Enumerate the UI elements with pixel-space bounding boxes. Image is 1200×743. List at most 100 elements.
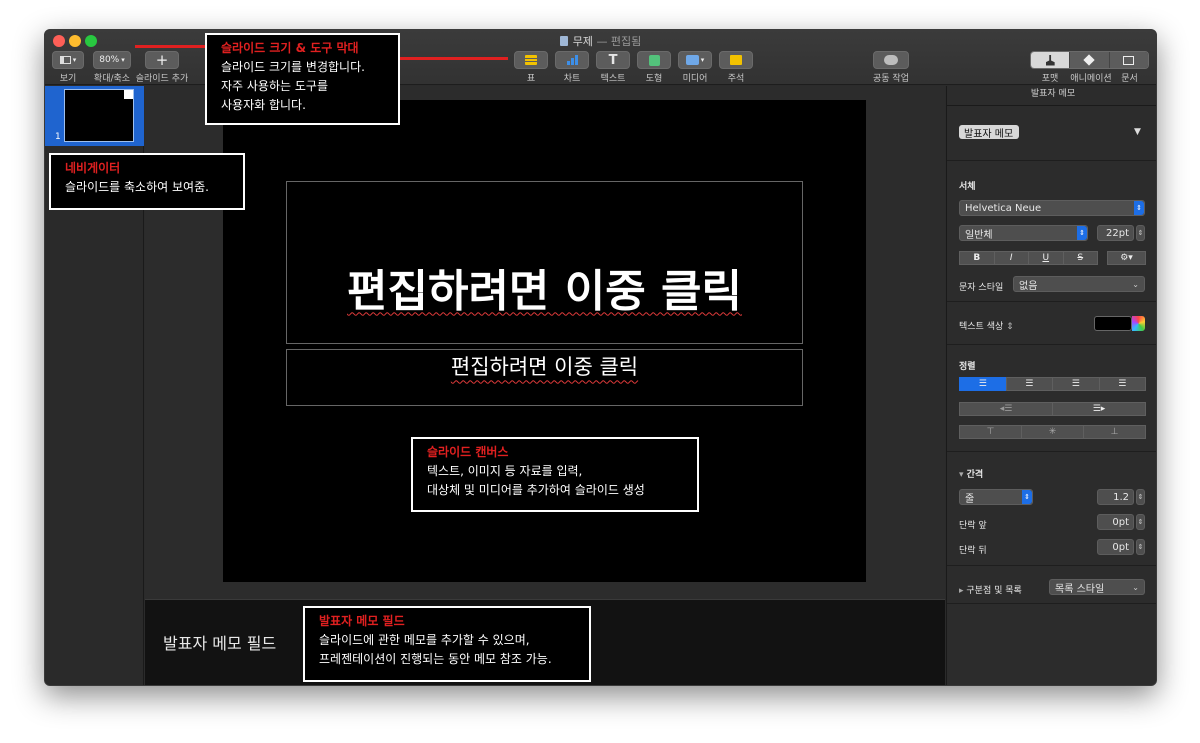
slide-thumbnail[interactable] xyxy=(64,89,134,142)
increase-indent-icon[interactable]: ☰▸ xyxy=(1052,402,1146,416)
space-after-field[interactable]: 0pt xyxy=(1097,539,1134,555)
animate-label: 애니메이션 xyxy=(1070,74,1112,84)
chart-button[interactable] xyxy=(555,51,589,69)
align-top-icon[interactable]: ⊤ xyxy=(959,425,1022,439)
character-style-label: 문자 스타일 xyxy=(959,283,1004,293)
font-family-popup[interactable]: Helvetica Neue ⇕ xyxy=(959,200,1145,216)
popup-stepper-icon: ⇕ xyxy=(1077,226,1087,240)
italic-button[interactable]: I xyxy=(993,251,1029,265)
zoom-label: 확대/축소 xyxy=(93,74,131,84)
spacing-section-label[interactable]: ▾ 간격 xyxy=(959,467,983,480)
paintbrush-icon xyxy=(1045,54,1055,66)
slide-thumbnail-selected[interactable]: 1 xyxy=(45,86,144,146)
space-after-label: 단락 뒤 xyxy=(959,546,987,556)
media-label: 미디어 xyxy=(682,74,708,84)
document-tab[interactable] xyxy=(1109,52,1148,68)
table-button[interactable] xyxy=(514,51,548,69)
sidebar-icon xyxy=(59,56,71,64)
text-style-buttons: B I U S xyxy=(959,251,1098,265)
navigator-callout: 네비게이터 슬라이드를 축소하여 보여줌. xyxy=(49,153,245,210)
align-center-icon[interactable]: ☰ xyxy=(1005,377,1053,391)
text-button[interactable]: T xyxy=(596,51,630,69)
align-justify-icon[interactable]: ☰ xyxy=(1098,377,1146,391)
collaborate-icon xyxy=(884,55,898,65)
plus-icon: + xyxy=(155,50,169,69)
animate-tab[interactable] xyxy=(1070,52,1110,68)
keynote-window: 무제 — 편집됨 ▾ 보기 80% ▾ 확대/축소 + 슬라이드 추가 표 차트… xyxy=(44,29,1157,686)
paragraph-style-name[interactable]: 발표자 메모 xyxy=(959,125,1019,140)
format-label: 포맷 xyxy=(1041,74,1059,84)
bold-button[interactable]: B xyxy=(959,251,995,265)
notes-callout: 발표자 메모 필드 슬라이드에 관한 메모를 추가할 수 있으며, 프레젠테이션… xyxy=(303,606,591,682)
text-label: 텍스트 xyxy=(600,74,626,84)
space-after-stepper[interactable]: ⇕ xyxy=(1136,539,1145,555)
media-icon xyxy=(685,55,699,65)
strikethrough-button[interactable]: S xyxy=(1062,251,1098,265)
zoom-value: 80% xyxy=(99,55,120,65)
decrease-indent-icon[interactable]: ◂☰ xyxy=(959,402,1053,416)
media-button[interactable]: ▾ xyxy=(678,51,712,69)
add-slide-label: 슬라이드 추가 xyxy=(135,74,189,84)
zoom-popup[interactable]: 80% ▾ xyxy=(93,51,131,69)
format-inspector: 발표자 메모 발표자 메모 ▼ 서체 Helvetica Neue ⇕ 일반체 … xyxy=(946,86,1156,685)
title-placeholder[interactable]: 편집하려면 이중 클릭 xyxy=(286,181,803,344)
document-icon xyxy=(559,36,568,46)
document-window-icon xyxy=(1123,55,1135,65)
toolbar-callout-line-left xyxy=(135,45,207,48)
alignment-section-label: 정렬 xyxy=(959,362,976,372)
comment-icon xyxy=(730,55,742,65)
thumbnail-corner xyxy=(124,90,133,99)
underline-button[interactable]: U xyxy=(1028,251,1064,265)
shape-label: 도형 xyxy=(645,74,663,84)
chevron-down-icon: ▾ xyxy=(72,56,77,64)
shape-button[interactable] xyxy=(637,51,671,69)
title-placeholder-text: 편집하려면 이중 클릭 xyxy=(347,265,742,317)
align-right-icon[interactable]: ☰ xyxy=(1052,377,1100,391)
collaborate-button[interactable] xyxy=(873,51,909,69)
collaborate-label: 공동 작업 xyxy=(873,74,909,84)
popup-stepper-icon: ⇕ xyxy=(1022,490,1032,504)
shape-icon xyxy=(648,54,660,66)
space-before-field[interactable]: 0pt xyxy=(1097,514,1134,530)
bullets-section-label[interactable]: ▸ 구분점 및 목록 xyxy=(959,583,1022,596)
style-dropdown-icon[interactable]: ▼ xyxy=(1134,127,1141,137)
canvas-callout: 슬라이드 캔버스 텍스트, 이미지 등 자료를 입력, 대상체 및 미디어를 추… xyxy=(411,437,699,512)
font-section-label: 서체 xyxy=(959,182,976,192)
comment-button[interactable] xyxy=(719,51,753,69)
line-spacing-popup[interactable]: 줄 ⇕ xyxy=(959,489,1033,505)
space-before-label: 단락 앞 xyxy=(959,521,987,531)
view-label: 보기 xyxy=(59,74,77,84)
space-before-stepper[interactable]: ⇕ xyxy=(1136,514,1145,530)
color-wheel-icon[interactable] xyxy=(1132,316,1145,331)
chevron-down-icon: ▾ xyxy=(700,56,705,64)
align-middle-icon[interactable]: ✳ xyxy=(1021,425,1084,439)
toolbar-callout-line-right xyxy=(398,57,508,60)
text-color-well[interactable] xyxy=(1094,316,1132,331)
align-bottom-icon[interactable]: ⊥ xyxy=(1083,425,1146,439)
slide-canvas-area: 편집하려면 이중 클릭 편집하려면 이중 클릭 xyxy=(145,86,945,599)
view-button[interactable]: ▾ xyxy=(52,51,84,69)
advanced-options: ⚙▾ xyxy=(1107,251,1146,265)
font-style-popup[interactable]: 일반체 ⇕ xyxy=(959,225,1088,241)
chevron-down-icon: ⌄ xyxy=(1132,582,1139,592)
comment-label: 주석 xyxy=(727,74,745,84)
list-style-popup[interactable]: 목록 스타일 ⌄ xyxy=(1049,579,1145,595)
add-slide-button[interactable]: + xyxy=(145,51,179,69)
updown-icon: ⇕ xyxy=(1006,322,1014,332)
font-size-field[interactable]: 22pt xyxy=(1097,225,1134,241)
toolbar-callout: 슬라이드 크기 & 도구 막대 슬라이드 크기를 변경합니다. 자주 사용하는 … xyxy=(205,33,400,125)
disclosure-triangle-icon: ▾ xyxy=(959,470,967,480)
character-style-popup[interactable]: 없음 ⌄ xyxy=(1013,276,1145,292)
inspector-tabs xyxy=(1030,51,1149,69)
font-size-stepper[interactable]: ⇕ xyxy=(1136,225,1145,241)
line-spacing-field[interactable]: 1.2 xyxy=(1097,489,1134,505)
document-label: 문서 xyxy=(1121,74,1138,84)
table-label: 표 xyxy=(526,74,536,84)
align-left-icon[interactable]: ☰ xyxy=(959,377,1007,391)
alignment-buttons: ☰ ☰ ☰ ☰ xyxy=(959,377,1146,391)
format-tab[interactable] xyxy=(1031,52,1071,68)
line-spacing-stepper[interactable]: ⇕ xyxy=(1136,489,1145,505)
popup-stepper-icon: ⇕ xyxy=(1134,201,1144,215)
body-placeholder[interactable]: 편집하려면 이중 클릭 xyxy=(286,349,803,406)
gear-icon[interactable]: ⚙▾ xyxy=(1107,251,1146,265)
